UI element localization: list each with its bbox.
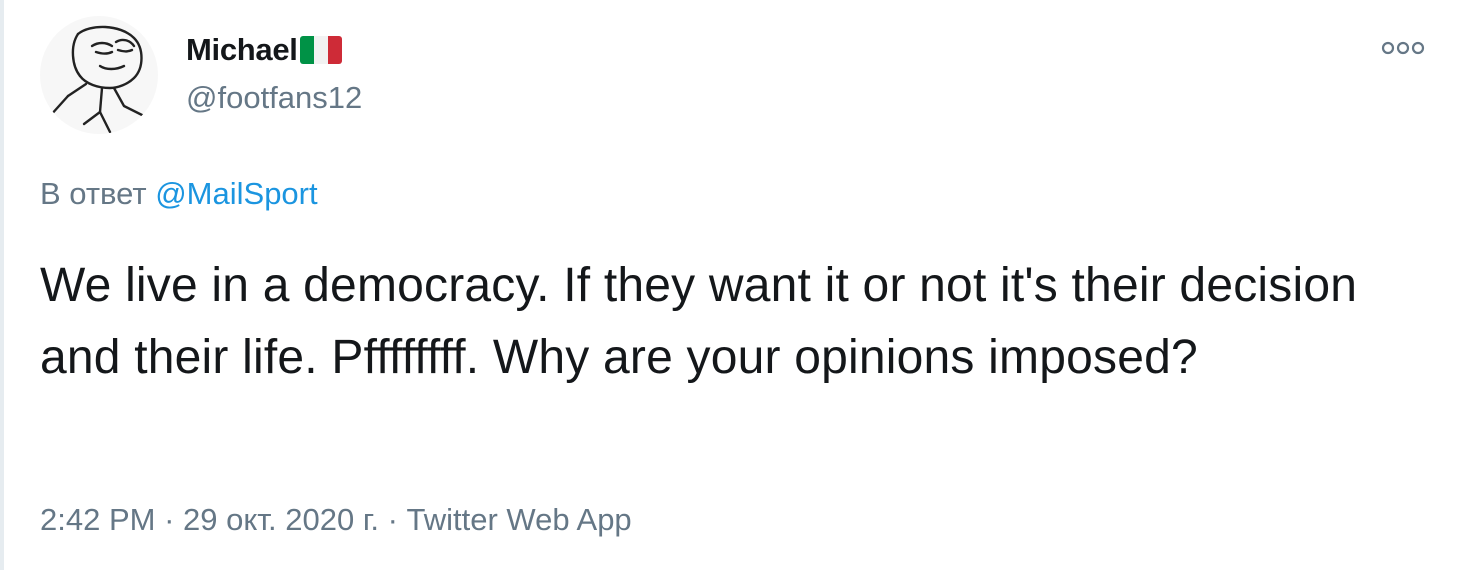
- tweet-date-link[interactable]: 29 окт. 2020 г.: [183, 502, 379, 538]
- reply-prefix: В ответ: [40, 176, 147, 211]
- italy-flag-icon: [299, 36, 342, 64]
- timeline-rule: [0, 0, 4, 570]
- display-name-row[interactable]: Michael: [186, 28, 362, 72]
- avatar[interactable]: [40, 16, 158, 134]
- reply-context: В ответ @MailSport: [40, 176, 318, 212]
- tweet-text: We live in a democracy. If they want it …: [40, 259, 1358, 384]
- author-block[interactable]: Michael @footfans12: [186, 28, 362, 116]
- user-handle[interactable]: @footfans12: [186, 80, 362, 116]
- tweet-source-link[interactable]: Twitter Web App: [407, 502, 632, 538]
- tweet-card: Michael @footfans12 В ответ @MailSport W…: [0, 0, 1460, 570]
- reply-mention-link[interactable]: @MailSport: [155, 176, 317, 211]
- meta-separator: ·: [378, 502, 407, 537]
- more-options-button[interactable]: [1380, 36, 1426, 60]
- meta-separator: ·: [155, 502, 184, 537]
- rage-face-avatar-icon: [48, 25, 146, 134]
- tweet-meta: 2:42 PM · 29 окт. 2020 г. · Twitter Web …: [40, 502, 632, 538]
- more-options-icon: [1381, 41, 1425, 55]
- tweet-time-link[interactable]: 2:42 PM: [40, 502, 155, 538]
- display-name[interactable]: Michael: [186, 32, 298, 68]
